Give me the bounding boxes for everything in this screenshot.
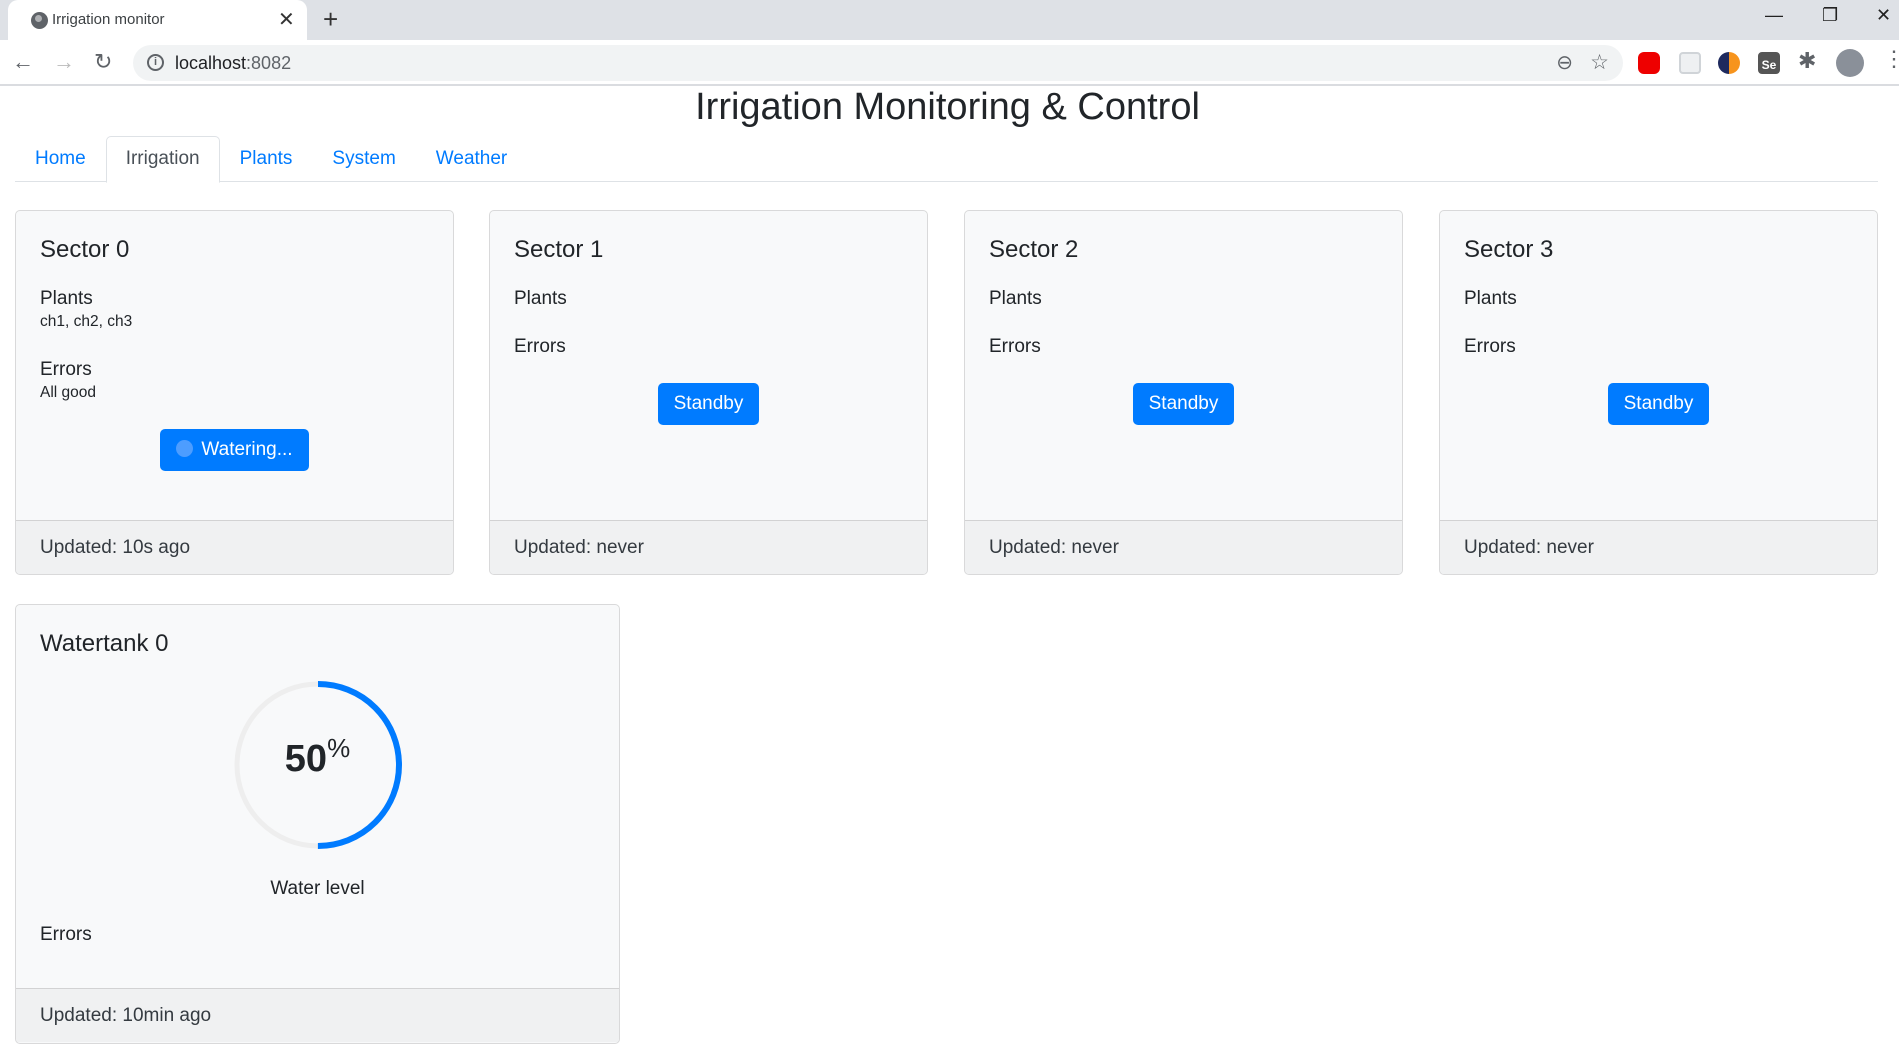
card-footer: Updated: never <box>1440 520 1877 574</box>
tab-irrigation[interactable]: Irrigation <box>105 136 220 183</box>
zoom-icon[interactable]: ⊖ <box>1556 50 1573 75</box>
info-icon[interactable]: i <box>147 54 164 71</box>
card-title: Sector 0 <box>40 236 130 263</box>
card-title: Sector 3 <box>1464 236 1554 263</box>
card-footer: Updated: never <box>490 520 927 574</box>
errors-heading: Errors <box>514 336 566 357</box>
standby-button[interactable]: Standby <box>1132 383 1235 425</box>
plants-heading: Plants <box>40 288 93 309</box>
new-tab-icon[interactable]: + <box>323 4 338 35</box>
restore-icon[interactable]: ❐ <box>1822 5 1838 26</box>
watering-button[interactable]: Watering... <box>160 429 309 471</box>
sector-card: Sector 1 Plants Errors Standby Updated: … <box>489 210 928 575</box>
tab-plants[interactable]: Plants <box>220 136 313 182</box>
tab-title: Irrigation monitor <box>52 11 165 28</box>
close-window-icon[interactable]: ✕ <box>1876 5 1891 26</box>
tab-system[interactable]: System <box>312 136 415 182</box>
plants-heading: Plants <box>989 288 1042 309</box>
errors-heading: Errors <box>989 336 1041 357</box>
url-text: localhost:8082 <box>175 53 292 73</box>
standby-button[interactable]: Standby <box>657 383 760 425</box>
button-label: Watering... <box>201 439 293 460</box>
sector-card: Sector 3 Plants Errors Standby Updated: … <box>1439 210 1878 575</box>
forward-icon[interactable]: → <box>53 49 75 75</box>
browser-toolbar: ← → ↻ i localhost:8082 ⊖ ☆ Se ✱ ⋮ <box>0 40 1899 86</box>
selenium-extension-icon[interactable]: Se <box>1758 52 1780 74</box>
errors-heading: Errors <box>40 359 92 380</box>
spinner-icon <box>176 440 194 457</box>
browser-tab[interactable]: Irrigation monitor ✕ <box>8 0 307 40</box>
reload-icon[interactable]: ↻ <box>94 49 112 75</box>
tab-weather[interactable]: Weather <box>416 136 527 182</box>
card-title: Watertank 0 <box>40 630 169 657</box>
card-footer: Updated: 10min ago <box>16 988 619 1042</box>
card-title: Sector 2 <box>989 236 1079 263</box>
standby-button[interactable]: Standby <box>1607 383 1710 425</box>
adblock-extension-icon[interactable] <box>1638 52 1660 74</box>
address-bar[interactable]: i localhost:8082 ⊖ ☆ <box>133 45 1623 81</box>
errors-heading: Errors <box>1464 336 1516 357</box>
plants-value: ch1, ch2, ch3 <box>40 313 133 330</box>
close-tab-icon[interactable]: ✕ <box>278 7 295 32</box>
errors-heading: Errors <box>40 924 92 945</box>
water-level-gauge: 50% <box>228 675 408 855</box>
puzzle-extensions-icon[interactable]: ✱ <box>1798 48 1816 74</box>
sector-card: Sector 2 Plants Errors Standby Updated: … <box>964 210 1403 575</box>
bookmark-star-icon[interactable]: ☆ <box>1590 50 1609 75</box>
gauge-value: 50% <box>284 733 351 780</box>
page-title: Irrigation Monitoring & Control <box>695 86 1200 128</box>
water-level-label: Water level <box>270 878 365 899</box>
simplenote-extension-icon[interactable] <box>1718 52 1740 74</box>
errors-value: All good <box>40 384 97 401</box>
sector-card: Sector 0 Plants ch1, ch2, ch3 Errors All g… <box>15 210 454 575</box>
browser-tabstrip: Irrigation monitor ✕ + — ❐ ✕ <box>0 0 1899 40</box>
card-title: Sector 1 <box>514 236 604 263</box>
menu-icon[interactable]: ⋮ <box>1883 46 1899 72</box>
nav-tabs: Home Irrigation Plants System Weather <box>15 136 1878 183</box>
minimize-icon[interactable]: — <box>1765 5 1783 26</box>
extension-icon[interactable] <box>1679 52 1701 74</box>
globe-icon <box>31 12 48 29</box>
avatar[interactable] <box>1836 49 1864 77</box>
back-icon[interactable]: ← <box>12 49 34 75</box>
plants-heading: Plants <box>1464 288 1517 309</box>
card-footer: Updated: never <box>965 520 1402 574</box>
plants-heading: Plants <box>514 288 567 309</box>
tab-home[interactable]: Home <box>15 136 106 182</box>
watertank-card: Watertank 0 50% Water level Errors Updat… <box>15 604 620 1044</box>
card-footer: Updated: 10s ago <box>16 520 453 574</box>
